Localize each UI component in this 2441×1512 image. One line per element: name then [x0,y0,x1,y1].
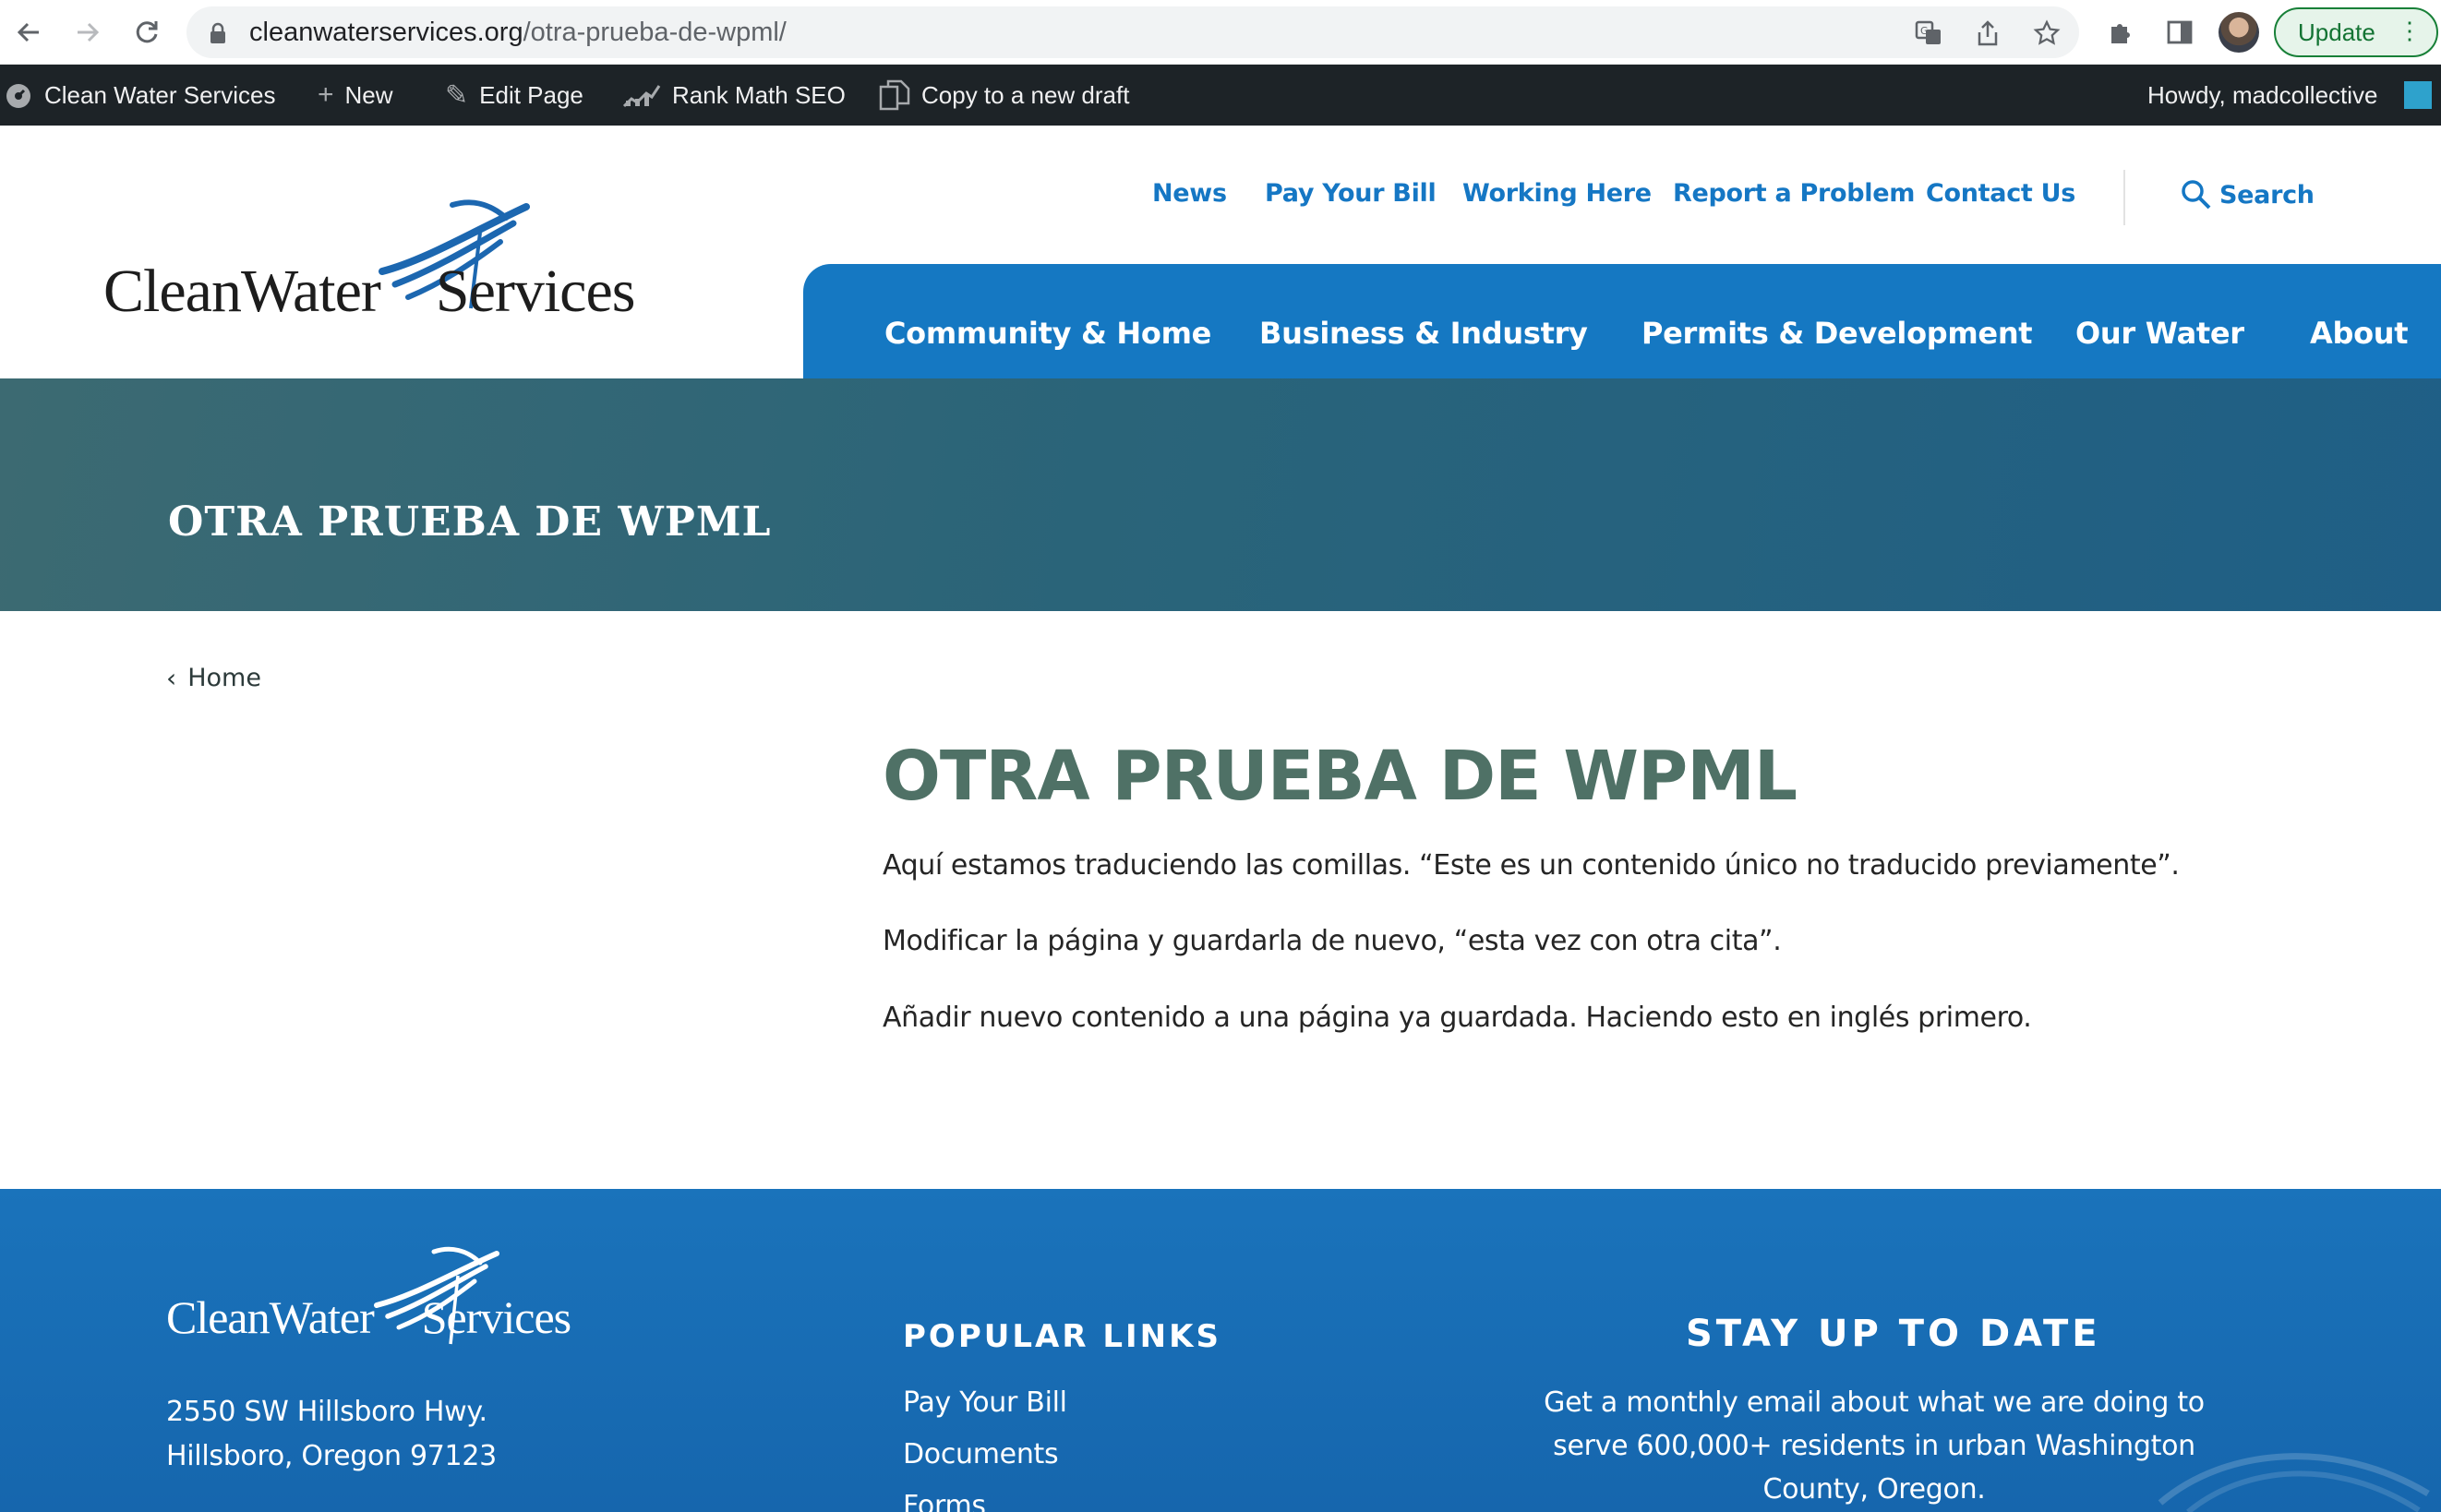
bookmark-star-icon[interactable] [2031,18,2062,49]
copy-icon [879,79,910,111]
footer-link-forms[interactable]: Forms [903,1490,986,1512]
url-path: /otra-prueba-de-wpml/ [523,18,787,47]
browser-toolbar: cleanwaterservices.org/otra-prueba-de-wp… [0,0,2441,65]
adminbar-copy-draft[interactable]: Copy to a new draft [879,65,1129,126]
breadcrumb-home[interactable]: Home [187,664,261,692]
footer-logo-text-2: Services [421,1291,571,1343]
util-link-working-here[interactable]: Working Here [1462,179,1652,208]
forward-arrow-icon[interactable] [66,11,109,54]
footer-link-documents[interactable]: Documents [903,1438,1059,1470]
footer-logo[interactable]: CleanWater Services [166,1244,646,1355]
translate-icon[interactable]: G [1913,18,1944,49]
pencil-icon: ✎ [445,79,469,111]
adminbar-new[interactable]: + New [318,65,393,126]
footer-logo-wordmark: CleanWater Services [166,1290,571,1344]
plus-icon: + [318,79,334,110]
side-panel-icon[interactable] [2160,13,2199,52]
adminbar-new-label: New [344,80,393,109]
search-icon [2182,180,2211,210]
footer-link-pay-bill[interactable]: Pay Your Bill [903,1386,1067,1419]
site-header: CleanWater Services News Pay Your Bill Wo… [0,126,2441,404]
popular-links-heading: POPULAR LINKS [903,1318,1221,1355]
adminbar-user-avatar[interactable] [2404,81,2432,109]
utility-nav: News Pay Your Bill Working Here Report a… [0,179,2441,222]
footer-address-line-1: 2550 SW Hillsboro Hwy. [166,1396,487,1428]
adminbar-edit-label: Edit Page [479,80,583,109]
nav-community-home[interactable]: Community & Home [884,316,1211,351]
utility-divider [2123,170,2125,225]
logo-text-1: CleanWater [103,258,381,325]
url-host: cleanwaterservices.org [249,18,523,47]
nav-about[interactable]: About [2310,316,2409,351]
wp-admin-bar: Clean Water Services + New ✎ Edit Page R… [0,65,2441,126]
page-title: OTRA PRUEBA DE WPML [883,737,1798,816]
util-link-report-problem[interactable]: Report a Problem [1673,179,1915,208]
content-paragraph-1: Aquí estamos traduciendo las comillas. “… [883,849,2180,882]
adminbar-site-link[interactable]: Clean Water Services [4,65,275,126]
footer-decorative-swoosh-icon [2158,1453,2430,1512]
adminbar-howdy[interactable]: Howdy, madcollective [2147,65,2378,126]
footer-address-line-2: Hillsboro, Oregon 97123 [166,1440,497,1472]
footer-logo-text-1: CleanWater [166,1291,375,1343]
extensions-puzzle-icon[interactable] [2101,13,2140,52]
adminbar-edit-page[interactable]: ✎ Edit Page [445,65,583,126]
hero-title: OTRA PRUEBA DE WPML [168,498,772,546]
nav-business-industry[interactable]: Business & Industry [1259,316,1588,351]
content-paragraph-2: Modificar la página y guardarla de nuevo… [883,925,1782,957]
lock-icon[interactable] [209,22,227,44]
logo-text-2: Services [435,258,636,325]
adminbar-rank-math[interactable]: Rank Math SEO [622,65,846,126]
adminbar-howdy-text: Howdy, madcollective [2147,80,2378,109]
breadcrumb[interactable]: ‹ Home [166,663,261,693]
share-icon[interactable] [1972,18,2003,49]
adminbar-copy-label: Copy to a new draft [921,80,1130,109]
adminbar-seo-label: Rank Math SEO [672,80,846,109]
util-link-pay-bill[interactable]: Pay Your Bill [1265,179,1437,208]
update-button[interactable]: Update ⋮ [2274,7,2438,57]
profile-avatar[interactable] [2219,12,2259,53]
newsletter-description: Get a monthly email about what we are do… [1544,1386,2205,1506]
site-footer: CleanWater Services 2550 SW Hillsboro Hwy… [0,1189,2441,1512]
chevron-left-icon: ‹ [166,663,177,693]
svg-text:G: G [1920,25,1929,37]
adminbar-site-name: Clean Water Services [44,80,276,109]
util-link-news[interactable]: News [1152,179,1227,208]
rank-math-icon [622,85,661,108]
dashboard-icon [6,84,30,108]
back-arrow-icon[interactable] [7,11,50,54]
nav-permits-development[interactable]: Permits & Development [1641,316,2033,351]
search-link[interactable]: Search [2181,179,2315,210]
update-label: Update [2298,18,2375,46]
address-bar[interactable]: cleanwaterservices.org/otra-prueba-de-wp… [186,6,2079,58]
nav-our-water[interactable]: Our Water [2075,316,2244,351]
menu-dots-icon[interactable]: ⋮ [2398,18,2422,42]
reload-icon[interactable] [126,11,168,54]
logo-wordmark: CleanWater Services [103,257,636,327]
content-paragraph-3: Añadir nuevo contenido a una página ya g… [883,1002,2032,1034]
page-hero: OTRA PRUEBA DE WPML [0,378,2441,611]
stay-up-to-date-heading: STAY UP TO DATE [1686,1313,2101,1355]
util-link-contact[interactable]: Contact Us [1926,179,2075,208]
url-text[interactable]: cleanwaterservices.org/otra-prueba-de-wp… [249,18,787,48]
search-label: Search [2219,180,2315,210]
